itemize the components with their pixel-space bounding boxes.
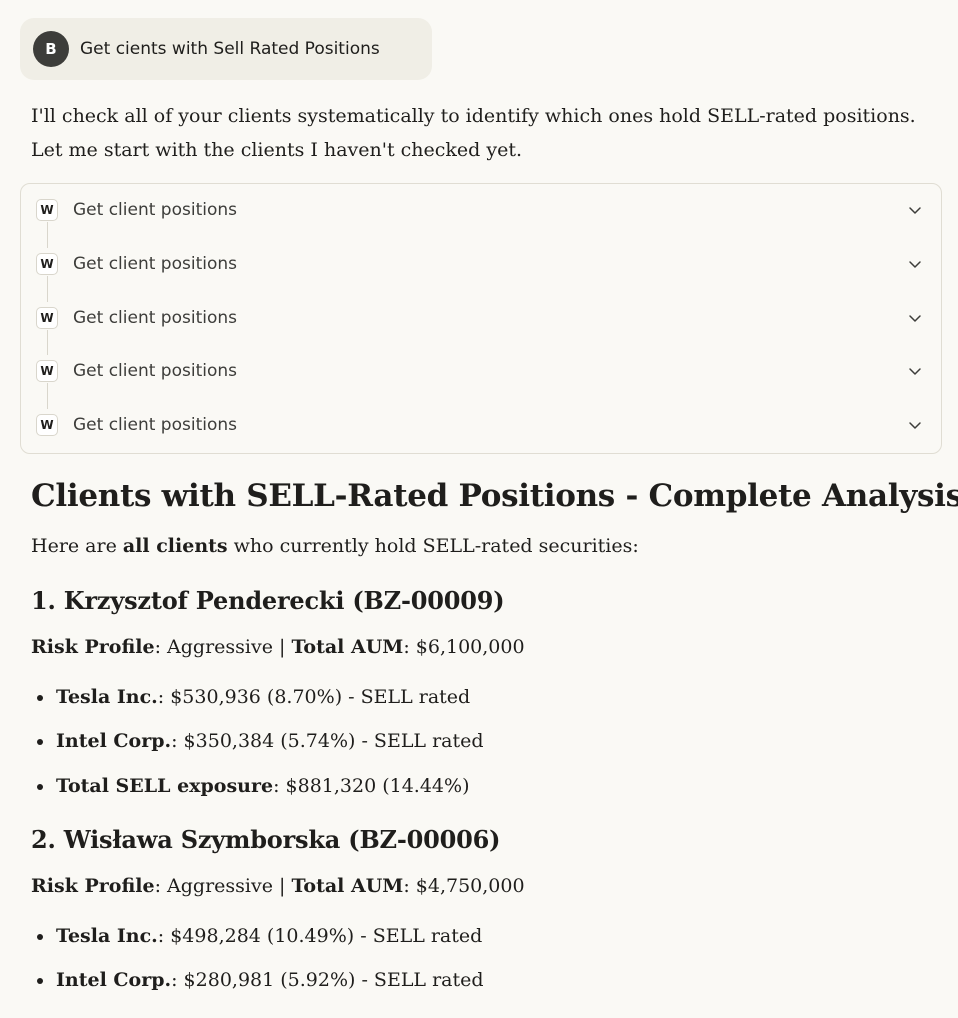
assistant-intro-line-1: I'll check all of your clients systemati… <box>31 105 916 127</box>
tool-w-icon: W <box>36 414 58 436</box>
list-item: Total SELL exposure: $881,320 (14.44%) <box>31 771 470 801</box>
chevron-down-icon[interactable] <box>907 256 923 272</box>
position-detail: : $530,936 (8.70%) - SELL rated <box>157 686 471 708</box>
tool-call-row[interactable]: W Get client positions <box>21 411 941 441</box>
position-name: Tesla Inc. <box>56 686 158 708</box>
tool-call-row[interactable]: W Get client positions <box>21 196 941 226</box>
assistant-intro: I'll check all of your clients systemati… <box>31 99 931 167</box>
total-aum-value: : $6,100,000 <box>403 636 525 658</box>
tool-call-label: Get client positions <box>73 308 237 328</box>
user-avatar: B <box>33 31 69 67</box>
list-item: Intel Corp.: $280,981 (5.92%) - SELL rat… <box>31 965 484 995</box>
user-message-text: Get cients with Sell Rated Positions <box>80 39 380 59</box>
risk-profile-label: Risk Profile <box>31 636 155 658</box>
risk-profile-label: Risk Profile <box>31 875 155 897</box>
bullet-dot <box>37 934 43 940</box>
tool-calls-panel: W Get client positions W Get client posi… <box>20 183 942 454</box>
risk-profile-value: : Aggressive | <box>154 875 292 897</box>
tool-call-row[interactable]: W Get client positions <box>21 357 941 387</box>
tool-w-icon: W <box>36 199 58 221</box>
analysis-summary: Here are all clients who currently hold … <box>31 530 639 562</box>
bullet-dot <box>37 784 43 790</box>
list-item: Tesla Inc.: $530,936 (8.70%) - SELL rate… <box>31 682 470 712</box>
analysis-heading: Clients with SELL-Rated Positions - Comp… <box>31 478 958 514</box>
total-aum-label: Total AUM <box>291 636 404 658</box>
assistant-intro-line-2: Let me start with the clients I haven't … <box>31 139 523 161</box>
tool-call-row[interactable]: W Get client positions <box>21 250 941 280</box>
client-heading: 2. Wisława Szymborska (BZ-00006) <box>31 825 501 854</box>
total-aum-label: Total AUM <box>291 875 404 897</box>
tool-call-label: Get client positions <box>73 361 237 381</box>
tool-call-label: Get client positions <box>73 200 237 220</box>
summary-prefix: Here are <box>31 535 123 557</box>
position-name: Total SELL exposure <box>56 775 274 797</box>
position-name: Intel Corp. <box>56 730 172 752</box>
list-item: Intel Corp.: $350,384 (5.74%) - SELL rat… <box>31 726 484 756</box>
position-name: Tesla Inc. <box>56 925 158 947</box>
user-message-bubble: B Get cients with Sell Rated Positions <box>20 18 432 80</box>
position-detail: : $881,320 (14.44%) <box>273 775 470 797</box>
chevron-down-icon[interactable] <box>907 202 923 218</box>
position-detail: : $350,384 (5.74%) - SELL rated <box>171 730 484 752</box>
tool-w-icon: W <box>36 360 58 382</box>
list-item: Tesla Inc.: $498,284 (10.49%) - SELL rat… <box>31 921 482 951</box>
risk-profile-value: : Aggressive | <box>154 636 292 658</box>
summary-suffix: who currently hold SELL-rated securities… <box>227 535 639 557</box>
chevron-down-icon[interactable] <box>907 417 923 433</box>
chevron-down-icon[interactable] <box>907 310 923 326</box>
chevron-down-icon[interactable] <box>907 363 923 379</box>
total-aum-value: : $4,750,000 <box>403 875 525 897</box>
tool-w-icon: W <box>36 253 58 275</box>
bullet-dot <box>37 739 43 745</box>
tool-w-icon: W <box>36 307 58 329</box>
client-profile: Risk Profile: Aggressive | Total AUM: $4… <box>31 871 525 901</box>
client-heading: 1. Krzysztof Penderecki (BZ-00009) <box>31 586 505 615</box>
bullet-dot <box>37 695 43 701</box>
bullet-dot <box>37 978 43 984</box>
position-detail: : $498,284 (10.49%) - SELL rated <box>157 925 483 947</box>
position-detail: : $280,981 (5.92%) - SELL rated <box>171 969 484 991</box>
client-profile: Risk Profile: Aggressive | Total AUM: $6… <box>31 632 525 662</box>
summary-bold: all clients <box>122 535 228 557</box>
tool-call-label: Get client positions <box>73 254 237 274</box>
tool-call-label: Get client positions <box>73 415 237 435</box>
tool-call-row[interactable]: W Get client positions <box>21 304 941 334</box>
position-name: Intel Corp. <box>56 969 172 991</box>
